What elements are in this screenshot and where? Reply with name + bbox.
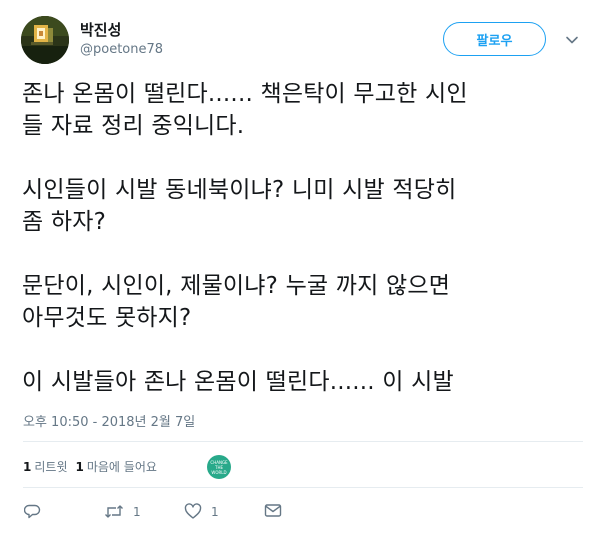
follow-button[interactable]: 팔로우: [443, 22, 546, 56]
heart-icon: [184, 503, 202, 520]
tweet-card: 박진성 @poetone78 팔로우 존나 온몸이 떨린다...... 책은탁이…: [0, 0, 599, 543]
author-display-name[interactable]: 박진성: [80, 19, 121, 40]
liker-avatar[interactable]: CHANGE THE WORLD: [207, 455, 231, 479]
reply-button[interactable]: [24, 503, 41, 520]
likes-stat[interactable]: 1 마음에 들어요: [75, 458, 156, 475]
tweet-line: 좀 하자?: [22, 209, 106, 235]
tweet-paragraph: 시인들이 시발 동네북이냐? 니미 시발 적당히 좀 하자?: [22, 174, 582, 238]
tweet-line: 이 시발들아 존나 온몸이 떨린다...... 이 시발: [22, 369, 454, 395]
author-handle[interactable]: @poetone78: [80, 42, 163, 57]
like-button[interactable]: 1: [184, 503, 219, 520]
divider: [23, 487, 583, 488]
retweet-count: 1: [133, 504, 141, 519]
tweet-line: 시인들이 시발 동네북이냐? 니미 시발 적당히: [22, 177, 457, 203]
tweet-timestamp[interactable]: 오후 10:50 - 2018년 2월 7일: [23, 411, 195, 430]
tweet-paragraph: 이 시발들아 존나 온몸이 떨린다...... 이 시발: [22, 366, 582, 398]
tweet-line: 아무것도 못하지?: [22, 305, 192, 331]
like-count: 1: [211, 504, 219, 519]
author-avatar[interactable]: [21, 16, 69, 64]
divider: [23, 441, 583, 442]
retweets-count: 1: [23, 460, 32, 474]
retweets-stat[interactable]: 1 리트윗: [23, 458, 67, 475]
tweet-paragraph: 문단이, 시인이, 제물이냐? 누굴 까지 않으면 아무것도 못하지?: [22, 270, 582, 334]
tweet-stats: 1 리트윗 1 마음에 들어요: [23, 458, 165, 475]
direct-message-button[interactable]: [264, 503, 282, 518]
likes-label: 마음에 들어요: [86, 460, 157, 474]
liker-avatar-text: CHANGE THE WORLD: [210, 459, 228, 475]
retweet-icon: [104, 503, 124, 520]
avatar-image: [21, 16, 69, 64]
tweet-line: 존나 온몸이 떨린다...... 책은탁이 무고한 시인: [22, 81, 468, 107]
likes-count: 1: [75, 460, 84, 474]
tweet-paragraph: 존나 온몸이 떨린다...... 책은탁이 무고한 시인 들 자료 정리 중익니…: [22, 78, 582, 142]
tweet-text: 존나 온몸이 떨린다...... 책은탁이 무고한 시인 들 자료 정리 중익니…: [22, 78, 582, 398]
envelope-icon: [264, 503, 282, 518]
retweets-label: 리트윗: [34, 460, 68, 474]
tweet-line: 문단이, 시인이, 제물이냐? 누굴 까지 않으면: [22, 273, 451, 299]
retweet-button[interactable]: 1: [104, 503, 141, 520]
chevron-down-icon[interactable]: [565, 32, 579, 46]
tweet-line: 들 자료 정리 중익니다.: [22, 113, 245, 139]
reply-icon: [24, 503, 41, 520]
